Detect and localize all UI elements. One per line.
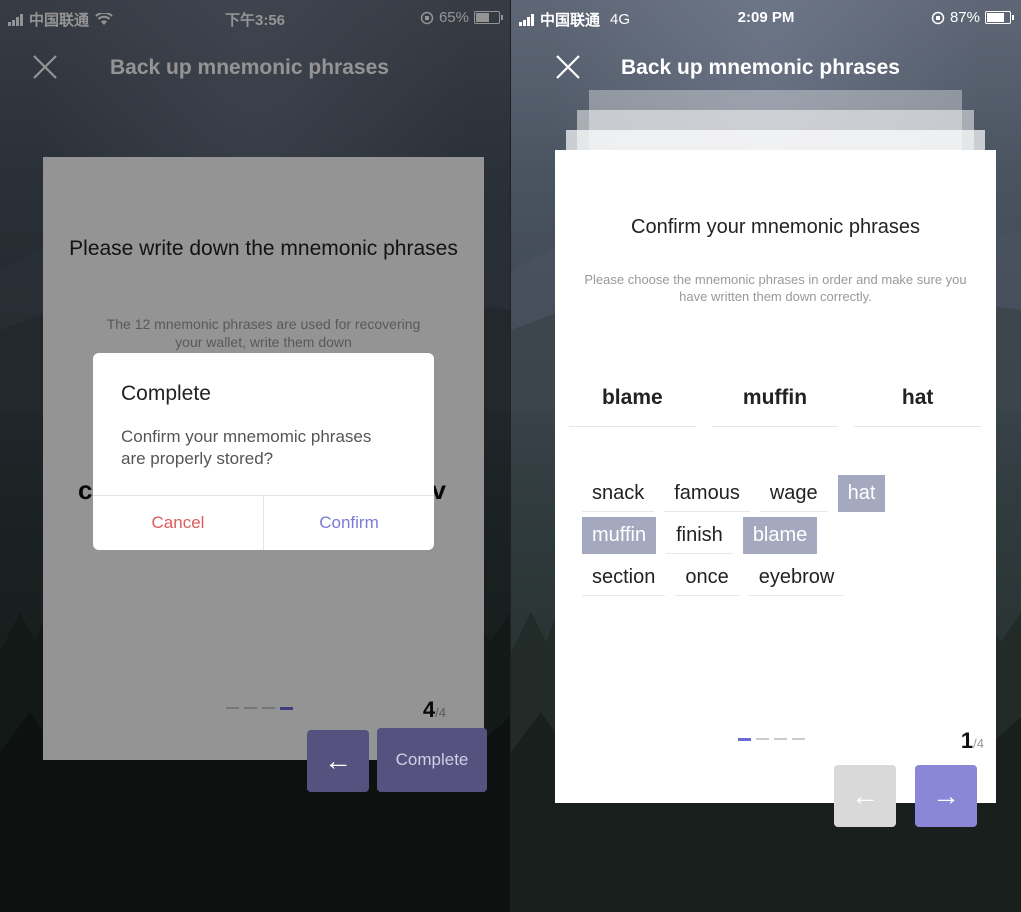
word-chip[interactable]: section: [582, 559, 666, 596]
word-choices: snack famous wage hat muffin finish blame secti…: [582, 475, 982, 601]
confirm-button[interactable]: Confirm: [264, 496, 434, 550]
card-stack-layer: [566, 130, 985, 150]
arrow-left-icon: ←: [324, 745, 352, 776]
status-bar: 中国联通 4G 2:09 PM 87%: [511, 0, 1021, 36]
page-dot: [756, 738, 769, 740]
arrow-right-icon: →: [932, 780, 960, 811]
selected-word-slot[interactable]: hat: [854, 370, 982, 427]
arrow-left-icon: ←: [851, 780, 879, 811]
page-indicator: 1/4: [961, 728, 984, 754]
word-row: muffin finish blame: [582, 517, 982, 555]
dialog-actions: Cancel Confirm: [93, 495, 434, 550]
battery-percent: 87%: [949, 9, 980, 26]
page-dots: [738, 738, 805, 741]
left-screen: 中国联通 下午3:56 65% Back up mnemonic phrases…: [0, 0, 510, 912]
page-dot: [774, 738, 787, 740]
complete-dialog: Complete Confirm your mnemomic phrases a…: [93, 353, 434, 550]
confirm-card: Confirm your mnemonic phrases Please cho…: [555, 150, 996, 827]
close-icon: [556, 55, 580, 79]
cancel-button[interactable]: Cancel: [93, 496, 264, 550]
close-button[interactable]: [553, 52, 583, 82]
nav-bar: Back up mnemonic phrases: [511, 46, 1021, 90]
next-button[interactable]: →: [915, 765, 977, 827]
card-description: Please choose the mnemonic phrases in or…: [584, 272, 967, 304]
page-title: Back up mnemonic phrases: [621, 56, 900, 79]
back-button[interactable]: ←: [834, 765, 896, 827]
battery-icon: [985, 11, 1014, 24]
dialog-title: Complete: [121, 382, 211, 405]
word-chip[interactable]: snack: [582, 475, 655, 512]
word-row: section once eyebrow: [582, 559, 982, 597]
word-chip[interactable]: blame: [742, 517, 818, 554]
page-current: 1: [960, 728, 974, 753]
complete-button[interactable]: Complete: [377, 728, 487, 792]
page-dot: [738, 738, 751, 741]
selected-word-slot[interactable]: muffin: [711, 370, 839, 427]
dialog-message: Confirm your mnemomic phrases are proper…: [121, 427, 372, 468]
word-row: snack famous wage hat: [582, 475, 982, 513]
page-dot: [792, 738, 805, 740]
back-button[interactable]: ←: [307, 730, 369, 792]
word-chip[interactable]: once: [675, 559, 739, 596]
word-chip[interactable]: famous: [664, 475, 750, 512]
card-heading: Confirm your mnemonic phrases: [631, 216, 920, 238]
page-total: /4: [973, 736, 984, 751]
right-screen: 中国联通 4G 2:09 PM 87% Back up mnemonic phr…: [511, 0, 1021, 912]
word-chip[interactable]: wage: [759, 475, 828, 512]
selected-word-slot[interactable]: blame: [569, 370, 696, 427]
word-chip[interactable]: eyebrow: [748, 559, 845, 596]
word-chip[interactable]: muffin: [582, 517, 657, 554]
selected-words: blame muffin hat: [569, 370, 982, 427]
word-chip[interactable]: hat: [837, 475, 886, 512]
word-chip[interactable]: finish: [666, 517, 733, 554]
orientation-lock-icon: [931, 11, 945, 24]
